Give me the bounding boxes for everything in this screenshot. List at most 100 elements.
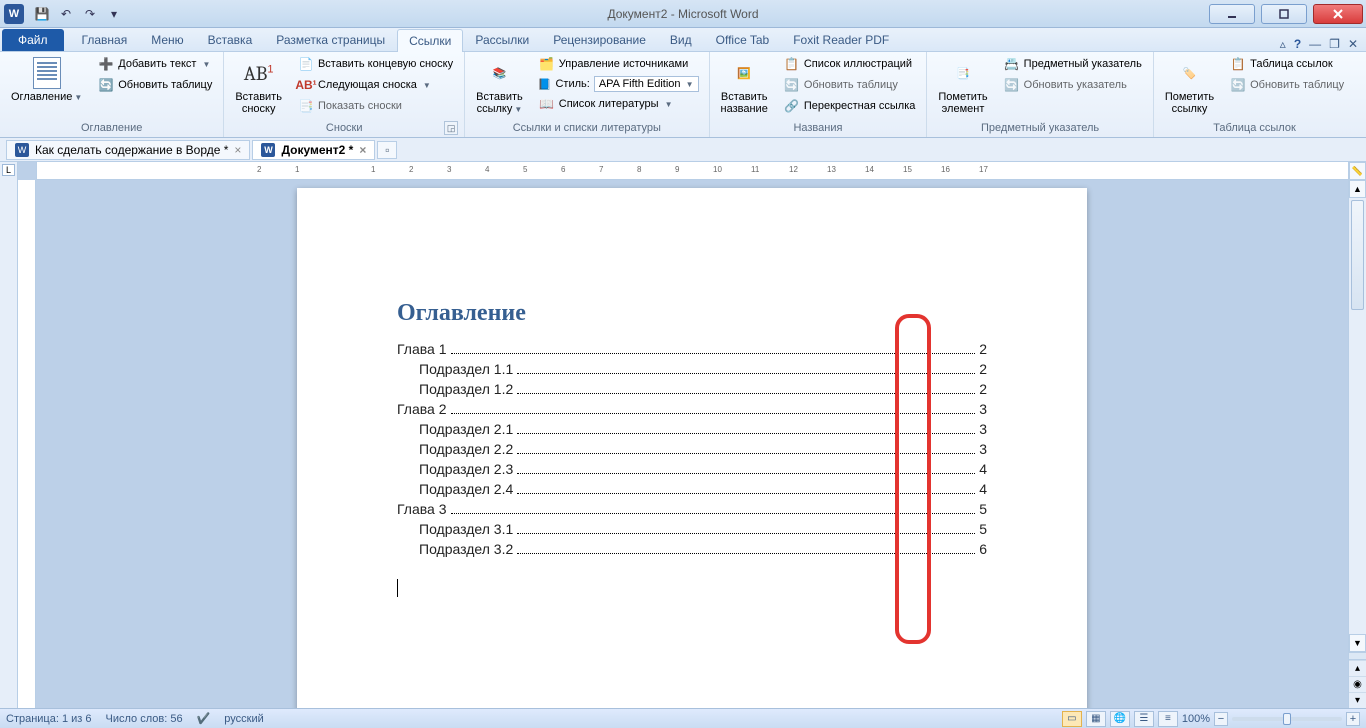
status-word-count[interactable]: Число слов: 56 bbox=[106, 713, 183, 725]
update-index-button[interactable]: 🔄Обновить указатель bbox=[999, 75, 1147, 95]
close-tab-icon[interactable]: × bbox=[234, 143, 241, 157]
zoom-in-button[interactable]: + bbox=[1346, 712, 1360, 726]
doc-tab-0[interactable]: WКак сделать содержание в Ворде *× bbox=[6, 140, 250, 160]
ribbon-minimize-icon[interactable]: ▵ bbox=[1280, 37, 1286, 51]
page[interactable]: Оглавление Глава 1 2Подраздел 1.1 2Подра… bbox=[297, 188, 1087, 708]
view-web-button[interactable]: 🌐 bbox=[1110, 711, 1130, 727]
scroll-down-button[interactable]: ▼ bbox=[1349, 634, 1366, 652]
vertical-scrollbar[interactable]: 📏 ▲ ▼ ▴ ◉ ▾ bbox=[1348, 162, 1366, 708]
ribbon-tab-6[interactable]: Рецензирование bbox=[541, 28, 658, 51]
insert-toa-button[interactable]: 📋Таблица ссылок bbox=[1225, 54, 1349, 74]
mark-citation-button[interactable]: 🏷️ Пометить ссылку bbox=[1160, 54, 1219, 118]
scroll-up-button[interactable]: ▲ bbox=[1349, 180, 1366, 198]
show-footnotes-button[interactable]: 📑Показать сноски bbox=[293, 96, 458, 116]
split-handle[interactable] bbox=[1349, 652, 1366, 660]
file-tab[interactable]: Файл bbox=[2, 29, 64, 51]
footnotes-launcher[interactable]: ◲ bbox=[444, 121, 458, 135]
qat-save-button[interactable]: 💾 bbox=[32, 4, 52, 24]
text-cursor bbox=[397, 579, 398, 597]
zoom-thumb[interactable] bbox=[1283, 713, 1291, 725]
doc-minimize-icon[interactable]: — bbox=[1309, 37, 1321, 51]
status-page[interactable]: Страница: 1 из 6 bbox=[6, 713, 92, 725]
ribbon-tab-5[interactable]: Рассылки bbox=[463, 28, 541, 51]
doc-restore-icon[interactable]: ❐ bbox=[1329, 37, 1340, 51]
qat-redo-button[interactable]: ↷ bbox=[80, 4, 100, 24]
ribbon-tab-7[interactable]: Вид bbox=[658, 28, 704, 51]
toc-button[interactable]: Оглавление▼ bbox=[6, 54, 87, 107]
cross-ref-icon: 🔗 bbox=[784, 98, 800, 114]
group-label-toa: Таблица ссылок bbox=[1160, 120, 1349, 137]
scroll-track[interactable] bbox=[1349, 198, 1366, 634]
doc-tab-1[interactable]: WДокумент2 *× bbox=[252, 140, 375, 160]
ribbon-tab-3[interactable]: Разметка страницы bbox=[264, 28, 397, 51]
toc-entry-page: 3 bbox=[979, 421, 987, 437]
ribbon-tab-2[interactable]: Вставка bbox=[196, 28, 265, 51]
add-text-icon: ➕ bbox=[98, 56, 114, 72]
next-page-button[interactable]: ▾ bbox=[1349, 692, 1366, 708]
new-doc-tab-button[interactable]: ▫ bbox=[377, 141, 397, 159]
minimize-button[interactable] bbox=[1209, 4, 1255, 24]
ribbon-help-icon[interactable]: ? bbox=[1294, 37, 1301, 51]
mark-entry-icon: 📑 bbox=[947, 57, 979, 89]
next-footnote-button[interactable]: AB¹Следующая сноска▼ bbox=[293, 75, 458, 95]
tab-selector[interactable]: L bbox=[0, 162, 18, 708]
update-figures-button[interactable]: 🔄Обновить таблицу bbox=[779, 75, 921, 95]
status-language[interactable]: русский bbox=[224, 713, 263, 725]
toc-entry-label: Подраздел 1.2 bbox=[419, 381, 513, 397]
ribbon-tab-8[interactable]: Office Tab bbox=[704, 28, 782, 51]
zoom-out-button[interactable]: − bbox=[1214, 712, 1228, 726]
view-fullscreen-button[interactable]: ▦ bbox=[1086, 711, 1106, 727]
manage-sources-button[interactable]: 🗂️Управление источниками bbox=[534, 54, 703, 74]
vertical-ruler[interactable] bbox=[18, 180, 36, 708]
close-button[interactable] bbox=[1313, 4, 1363, 24]
next-footnote-icon: AB¹ bbox=[298, 77, 314, 93]
insert-footnote-button[interactable]: AB1 Вставить сноску bbox=[230, 54, 287, 118]
ribbon: Оглавление▼ ➕Добавить текст▼ 🔄Обновить т… bbox=[0, 52, 1366, 138]
bibliography-icon: 📖 bbox=[539, 96, 555, 112]
bibliography-button[interactable]: 📖Список литературы▼ bbox=[534, 94, 703, 114]
view-print-layout-button[interactable]: ▭ bbox=[1062, 711, 1082, 727]
toc-entry-page: 3 bbox=[979, 401, 987, 417]
ribbon-tab-4[interactable]: Ссылки bbox=[397, 29, 463, 52]
doc-close-icon[interactable]: ✕ bbox=[1348, 37, 1358, 51]
manage-sources-icon: 🗂️ bbox=[539, 56, 555, 72]
insert-index-button[interactable]: 📇Предметный указатель bbox=[999, 54, 1147, 74]
ribbon-group-citations: 📚 Вставить ссылку▼ 🗂️Управление источник… bbox=[465, 52, 709, 137]
maximize-button[interactable] bbox=[1261, 4, 1307, 24]
update-toc-button[interactable]: 🔄Обновить таблицу bbox=[93, 75, 217, 95]
close-tab-icon[interactable]: × bbox=[359, 143, 366, 157]
refresh-icon: 🔄 bbox=[1004, 77, 1020, 93]
update-toa-button[interactable]: 🔄Обновить таблицу bbox=[1225, 75, 1349, 95]
status-proofing-icon[interactable]: ✔️ bbox=[197, 712, 211, 725]
insert-citation-button[interactable]: 📚 Вставить ссылку▼ bbox=[471, 54, 528, 119]
qat-customize-button[interactable]: ▾ bbox=[104, 4, 124, 24]
insert-caption-button[interactable]: 🖼️ Вставить название bbox=[716, 54, 773, 118]
ribbon-tab-0[interactable]: Главная bbox=[70, 28, 140, 51]
view-draft-button[interactable]: ≡ bbox=[1158, 711, 1178, 727]
group-label-citations: Ссылки и списки литературы bbox=[471, 120, 702, 137]
mark-entry-button[interactable]: 📑 Пометить элемент bbox=[933, 54, 992, 118]
zoom-slider[interactable] bbox=[1232, 717, 1342, 721]
document-canvas[interactable]: Оглавление Глава 1 2Подраздел 1.1 2Подра… bbox=[36, 180, 1348, 708]
prev-page-button[interactable]: ▴ bbox=[1349, 660, 1366, 676]
toc-entry-label: Глава 1 bbox=[397, 341, 447, 357]
ribbon-tab-9[interactable]: Foxit Reader PDF bbox=[781, 28, 901, 51]
insert-endnote-button[interactable]: 📄Вставить концевую сноску bbox=[293, 54, 458, 74]
mark-citation-icon: 🏷️ bbox=[1173, 57, 1205, 89]
browse-object-button[interactable]: ◉ bbox=[1349, 676, 1366, 692]
citation-style-combo[interactable]: APA Fifth Edition ▼ bbox=[594, 76, 699, 92]
horizontal-ruler[interactable]: 211234567891011121314151617 bbox=[36, 162, 1348, 179]
ruler-toggle-button[interactable]: 📏 bbox=[1349, 162, 1366, 180]
cross-reference-button[interactable]: 🔗Перекрестная ссылка bbox=[779, 96, 921, 116]
zoom-level[interactable]: 100% bbox=[1182, 713, 1210, 725]
scroll-thumb[interactable] bbox=[1351, 200, 1364, 310]
footnote-icon: AB1 bbox=[243, 57, 275, 89]
qat-undo-button[interactable]: ↶ bbox=[56, 4, 76, 24]
show-notes-icon: 📑 bbox=[298, 98, 314, 114]
table-of-figures-button[interactable]: 📋Список иллюстраций bbox=[779, 54, 921, 74]
add-text-button[interactable]: ➕Добавить текст▼ bbox=[93, 54, 217, 74]
refresh-icon: 🔄 bbox=[784, 77, 800, 93]
ribbon-tab-1[interactable]: Меню bbox=[139, 28, 195, 51]
view-outline-button[interactable]: ☰ bbox=[1134, 711, 1154, 727]
toc-entry-label: Подраздел 3.2 bbox=[419, 541, 513, 557]
